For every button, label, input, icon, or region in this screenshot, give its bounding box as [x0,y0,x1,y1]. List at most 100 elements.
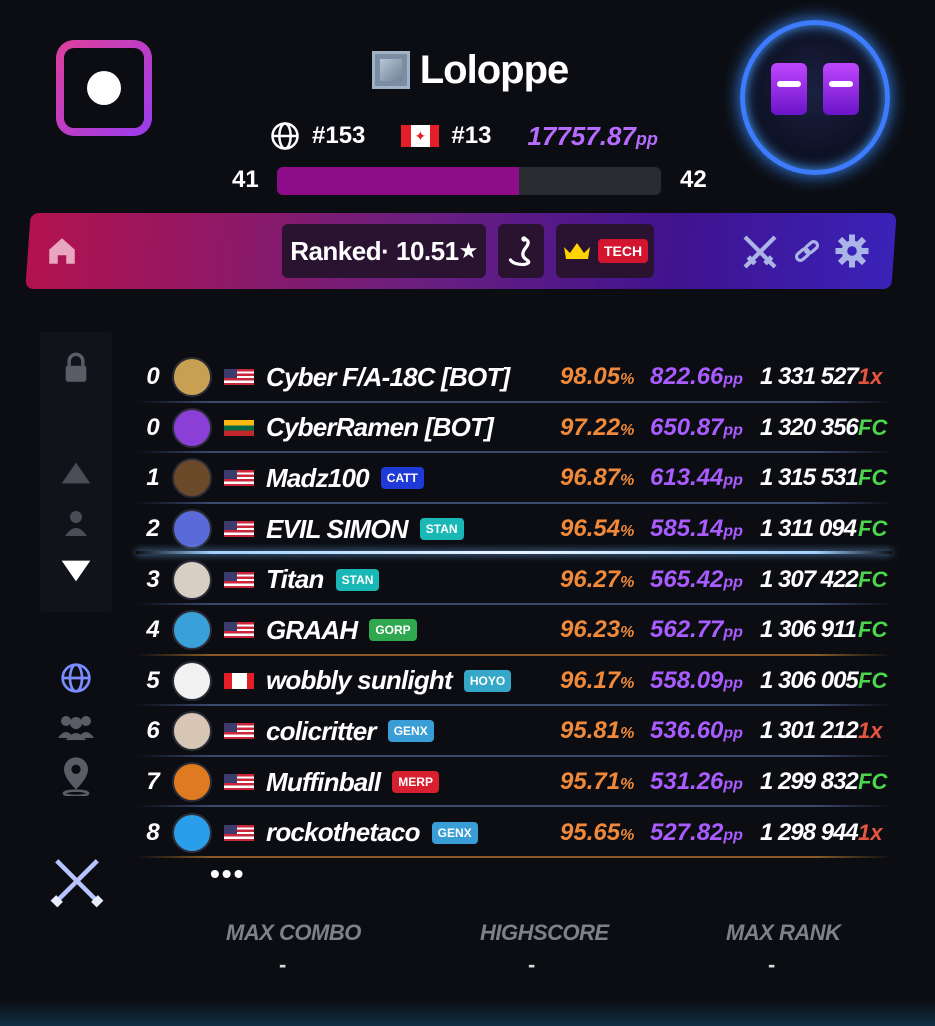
modifier: 1x [858,364,883,390]
swords-icon[interactable] [740,232,780,272]
flag-us-icon [224,774,254,791]
total-pp: 17757.87pp [527,120,658,151]
leaderboard-row[interactable]: 7 Muffinball MERP 95.71% 531.26pp 1 299 832 FC [136,757,892,808]
player-header: Loloppe [300,40,640,100]
country-flag-icon: ✦ [401,125,440,147]
leaderboard-row[interactable]: 4 GRAAH GORP 96.23% 562.77pp 1 306 911 FC [136,605,892,656]
avatar[interactable] [172,711,212,752]
row-divider [136,855,892,858]
row-rank: 1 [146,464,160,492]
player-name[interactable]: GRAAH [266,615,358,646]
avatar[interactable] [172,407,212,448]
leaderboard-row[interactable]: 1 Madz100 CATT 96.87% 613.44pp 1 315 531 FC [136,453,892,504]
max-rank-label: MAX RANK [726,920,841,945]
leaderboard-row[interactable]: 3 Titan STAN 96.27% 565.42pp 1 307 422 FC [136,554,892,605]
modifier: 1x [858,718,883,744]
pp-value: 613.44pp [650,464,743,492]
row-rank: 6 [146,717,160,745]
clan-tag[interactable]: CATT [380,467,424,490]
star-icon: ★ [458,238,479,263]
score: 1 301 212 [760,717,859,745]
row-rank: 0 [146,413,160,441]
player-avatar[interactable] [740,20,890,175]
avatar-eye-right [823,63,859,115]
clan-tag[interactable]: MERP [392,771,439,794]
home-icon[interactable] [44,234,80,268]
friends-icon[interactable] [56,714,96,740]
avatar[interactable] [172,559,212,600]
clan-tag[interactable]: GORP [369,619,417,642]
player-name[interactable]: rockothetaco [266,817,420,848]
location-icon[interactable] [60,756,92,796]
player-name[interactable]: Madz100 [266,463,370,494]
player-name[interactable]: EVIL SIMON [266,514,409,545]
clan-tag[interactable]: STAN [419,518,464,541]
arrow-up-icon[interactable] [60,460,92,486]
player-name[interactable]: Titan [266,564,324,595]
ranked-status-chip[interactable]: Ranked· 10.51 ★ [282,224,486,278]
avatar[interactable] [172,509,212,550]
accuracy: 96.54% [560,515,635,543]
pp-value: 536.60pp [650,717,743,745]
avatar[interactable] [172,812,212,853]
accuracy: 95.71% [560,768,635,796]
modifier: FC [858,617,888,643]
country-rank[interactable]: #13 [451,122,491,150]
leaderboard-row[interactable]: 5 wobbly sunlight HOYO 96.17% 558.09pp 1 306 … [136,656,892,707]
pp-value: 822.66pp [650,363,743,391]
avatar[interactable] [172,610,212,651]
score: 1 307 422 [760,565,859,593]
gear-icon[interactable] [834,233,870,269]
modifier: FC [858,566,888,592]
clan-tag[interactable]: STAN [335,568,380,591]
player-name[interactable]: wobbly sunlight [266,665,453,696]
highscore-value: - [528,952,536,977]
leaderboard-row[interactable]: 0 Cyber F/A-18C [BOT] 98.05% 822.66pp 1 331 … [136,352,892,403]
clan-tag[interactable]: HOYO [463,669,512,692]
player-name[interactable]: Cyber F/A-18C [BOT] [266,362,510,393]
player-name[interactable]: Loloppe [420,48,570,93]
flag-us-icon [224,723,254,740]
player-name[interactable]: colicritter [266,716,376,747]
leaderboard-row[interactable]: 6 colicritter GENX 95.81% 536.60pp 1 301 212 1… [136,706,892,757]
accuracy: 96.17% [560,666,635,694]
leaderboard-row[interactable]: 2 EVIL SIMON STAN 96.54% 585.14pp 1 311 094 FC [136,504,892,555]
accuracy: 95.81% [560,717,635,745]
accuracy: 98.05% [560,363,635,391]
score: 1 306 005 [760,666,859,694]
ranked-label: Ranked· 10.51 [290,235,459,266]
modifier: FC [858,769,888,795]
score: 1 299 832 [760,768,859,796]
snake-button[interactable] [498,224,544,278]
clan-tag[interactable]: GENX [387,720,434,743]
lightsabers-icon[interactable] [50,854,104,908]
max-combo-value: - [279,952,287,977]
bottom-glow [0,1000,935,1026]
flag-lt-icon [224,419,254,436]
lock-icon[interactable] [62,352,90,384]
link-icon[interactable] [792,236,822,266]
record-button[interactable] [56,40,152,136]
global-rank[interactable]: #153 [312,122,365,150]
avatar[interactable] [172,660,212,701]
player-name[interactable]: Muffinball [266,767,381,798]
avatar[interactable] [172,458,212,499]
map-tags-chip[interactable]: TECH [556,224,654,278]
avatar[interactable] [172,357,212,398]
globe-icon[interactable] [60,662,92,694]
score: 1 315 531 [760,464,859,492]
arrow-down-icon[interactable] [60,558,92,584]
snake-icon [508,236,531,267]
avatar[interactable] [172,762,212,803]
clan-tag[interactable]: GENX [431,821,478,844]
leaderboard-row[interactable]: 8 rockothetaco GENX 95.65% 527.82pp 1 298 944… [136,807,892,858]
leaderboard-row[interactable]: 0 CyberRamen [BOT] 97.22% 650.87pp 1 320 356… [136,403,892,454]
pp-value: 650.87pp [650,413,743,441]
flag-us-icon [224,622,254,639]
player-name[interactable]: CyberRamen [BOT] [266,412,494,443]
person-icon[interactable] [64,510,88,536]
more-indicator[interactable]: ••• [210,858,245,890]
row-rank: 8 [146,818,160,846]
pp-value: 565.42pp [650,565,743,593]
flag-us-icon [224,571,254,588]
